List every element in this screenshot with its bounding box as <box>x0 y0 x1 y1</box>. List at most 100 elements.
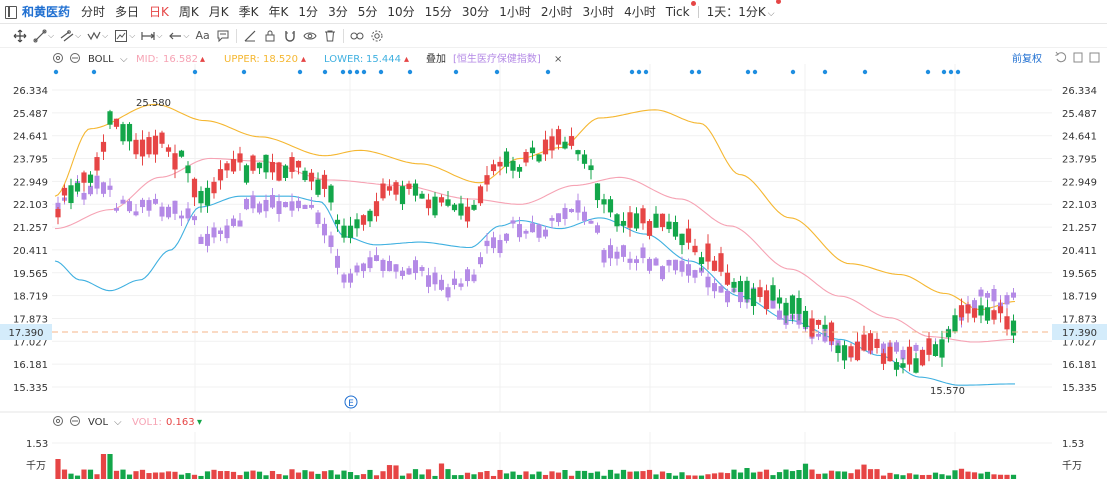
period-tab[interactable]: 年K <box>264 3 294 20</box>
volume-bar <box>822 473 828 479</box>
visibility-tool[interactable] <box>347 24 367 48</box>
overlay-body <box>816 333 821 337</box>
volume-bar <box>549 471 555 479</box>
stock-name[interactable]: 和黄医药 <box>20 3 76 20</box>
overlay-candle <box>192 214 197 226</box>
overlay-body <box>679 260 685 272</box>
multi-period-select[interactable]: 1天：1分K ⌵ <box>702 0 781 20</box>
overlay-candle <box>627 251 633 270</box>
period-tab[interactable]: 15分 <box>420 3 457 20</box>
comment-tool[interactable] <box>213 24 233 48</box>
period-tab[interactable]: 多日 <box>110 3 144 20</box>
candle <box>471 200 477 211</box>
drawing-settings-tool[interactable] <box>367 24 387 48</box>
volume-indicator-name[interactable]: VOL <box>88 417 109 428</box>
channel-tool[interactable]: ⌵ <box>57 24 84 48</box>
volume-settings-button[interactable] <box>53 416 63 426</box>
overlay-body <box>725 290 730 303</box>
period-tab[interactable]: Tick <box>661 0 696 19</box>
overlay-body <box>387 260 392 272</box>
signal-dot <box>91 69 97 75</box>
candle <box>861 325 867 352</box>
hide-drawings-tool[interactable] <box>300 24 320 48</box>
period-tab[interactable]: 3分 <box>323 3 353 20</box>
period-tab[interactable]: 1分 <box>293 3 323 20</box>
volume-bar <box>646 469 653 479</box>
period-tab[interactable]: 10分 <box>382 3 419 20</box>
wave-tool[interactable]: ⌵ <box>84 24 111 48</box>
signal-dot <box>790 69 796 75</box>
volume-hide-button[interactable] <box>70 416 80 426</box>
candle <box>191 177 198 207</box>
comment-icon <box>217 30 229 42</box>
adjust-mode[interactable]: 前复权 <box>1012 52 1042 65</box>
panel-toggle-icon[interactable] <box>0 0 20 24</box>
indicator-settings-button[interactable] <box>53 53 63 63</box>
eraser-tool[interactable] <box>240 24 260 48</box>
overlay-body <box>712 283 717 292</box>
period-tab[interactable]: 3小时 <box>577 3 619 20</box>
overlay-body <box>146 200 152 211</box>
volume-bar <box>562 469 568 479</box>
indicator-name[interactable]: BOLL <box>88 54 114 65</box>
period-tab[interactable]: 日K <box>144 3 174 20</box>
candle-body <box>217 169 224 181</box>
candle <box>653 206 659 228</box>
overlay-value[interactable]: [恒生医疗保健指数] <box>453 52 541 65</box>
overlay-body <box>491 237 496 249</box>
chevron-down-icon[interactable]: ⌵ <box>120 54 128 65</box>
volume-bar <box>380 471 386 479</box>
candle <box>373 192 380 222</box>
arrow-tool[interactable]: ⌵ <box>165 24 192 48</box>
pattern-tool[interactable]: ⌵ <box>111 24 138 48</box>
candle <box>588 159 594 180</box>
volume-bar <box>692 475 698 479</box>
overlay-body <box>374 255 379 261</box>
volume-bar <box>341 470 347 479</box>
crosshair-tool[interactable] <box>10 24 30 48</box>
period-tab[interactable]: 季K <box>234 3 264 20</box>
measure-tool[interactable]: ⌵ <box>138 24 165 48</box>
arrow-left-icon <box>169 32 182 39</box>
candle-body <box>191 178 198 198</box>
overlay-body <box>536 224 542 238</box>
volume-bar <box>887 472 893 479</box>
candle-body <box>178 150 185 157</box>
lock-tool[interactable] <box>260 24 280 48</box>
period-tab[interactable]: 5分 <box>353 3 383 20</box>
delete-drawings-tool[interactable] <box>320 24 340 48</box>
period-tab[interactable]: 1小时 <box>494 3 536 20</box>
close-icon[interactable]: × <box>554 54 562 65</box>
period-tab[interactable]: 4小时 <box>619 3 661 20</box>
chevron-down-icon[interactable]: ⌵ <box>114 417 122 428</box>
volume-bar <box>718 472 724 479</box>
svg-text:17.390: 17.390 <box>1062 328 1097 339</box>
candle <box>984 299 991 324</box>
period-tab[interactable]: 30分 <box>457 3 494 20</box>
minimize-icon[interactable] <box>1073 52 1083 63</box>
undo-icon[interactable] <box>1055 51 1067 63</box>
candle-body <box>289 157 295 172</box>
candle-body <box>679 233 685 246</box>
event-marker-icon[interactable]: E <box>344 395 358 409</box>
volume-bar <box>971 472 978 479</box>
candle <box>685 219 692 250</box>
magnet-tool[interactable] <box>280 24 300 48</box>
indicator-hide-button[interactable] <box>70 53 80 63</box>
overlay-candle <box>81 190 87 205</box>
period-tab[interactable]: 周K <box>174 3 204 20</box>
candle-body <box>412 183 419 196</box>
text-tool[interactable]: Aa <box>192 24 212 48</box>
candle <box>692 238 698 256</box>
restore-icon[interactable] <box>1089 52 1100 63</box>
overlay-body <box>419 267 425 271</box>
trend-line-tool[interactable]: ⌵ <box>30 24 57 48</box>
overlay-body <box>172 200 178 214</box>
overlay-body <box>621 245 626 257</box>
volume-bar <box>451 475 458 479</box>
period-tab[interactable]: 2小时 <box>536 3 578 20</box>
kline-chart[interactable]: BOLL ⌵ MID: 16.582 ▴ UPPER: 18.520 ▴ LOW… <box>0 48 1107 480</box>
signal-dot <box>629 69 635 75</box>
period-tab[interactable]: 月K <box>204 3 234 20</box>
period-tab[interactable]: 分时 <box>76 3 110 20</box>
